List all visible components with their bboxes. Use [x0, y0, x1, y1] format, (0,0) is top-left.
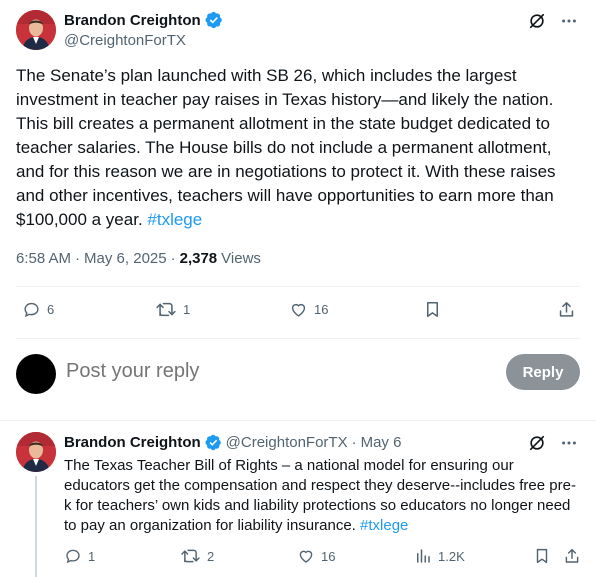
reply-bookmark-action[interactable] — [533, 547, 551, 565]
reply-reply-count: 1 — [88, 548, 96, 564]
verified-badge-icon[interactable] — [205, 434, 222, 451]
meta-separator: · — [351, 434, 357, 451]
reply-action[interactable]: 6 — [22, 300, 54, 319]
reply-author-handle[interactable]: @CreightonForTX — [226, 434, 348, 451]
bookmark-action[interactable] — [423, 300, 442, 319]
reply-date[interactable]: May 6 — [361, 434, 402, 451]
share-icon — [557, 300, 576, 319]
repost-action[interactable]: 1 — [155, 300, 190, 319]
post-action-bar: 6 1 16 — [0, 300, 596, 324]
reply-reply-action[interactable]: 1 — [64, 547, 95, 565]
post-top-icons — [528, 12, 578, 30]
meta-separator: · — [170, 250, 176, 267]
meta-separator: · — [75, 250, 81, 267]
reply-share-action[interactable] — [563, 547, 581, 565]
reply-author-line: Brandon Creighton @CreightonForTX · May … — [64, 434, 401, 451]
post-time[interactable]: 6:58 AM — [16, 250, 71, 267]
grok-icon[interactable] — [528, 434, 546, 452]
like-count: 16 — [314, 302, 329, 317]
repost-icon — [180, 547, 201, 565]
bookmark-icon — [533, 547, 551, 565]
reply-action-bar: 1 2 16 1.2K — [0, 547, 596, 567]
reply-author-avatar[interactable] — [16, 432, 56, 472]
share-icon — [563, 547, 581, 565]
bookmark-icon — [423, 300, 442, 319]
like-action[interactable]: 16 — [289, 300, 328, 319]
reply-icon — [22, 300, 41, 319]
reply-text: The Texas Teacher Bill of Rights – a nat… — [64, 456, 582, 536]
reply-repost-count: 2 — [207, 548, 215, 564]
reply-views-count: 1.2K — [438, 548, 465, 564]
post-meta: 6:58 AM · May 6, 2025 · 2,378 Views — [16, 250, 261, 267]
reply-composer: Reply — [0, 352, 596, 396]
verified-badge-icon[interactable] — [205, 11, 223, 29]
reply-top-icons — [528, 434, 578, 452]
divider — [0, 420, 596, 421]
author-avatar[interactable] — [16, 10, 56, 50]
post-date[interactable]: May 6, 2025 — [84, 250, 167, 267]
reply-body: The Texas Teacher Bill of Rights – a nat… — [64, 457, 576, 534]
reply-views-action[interactable]: 1.2K — [414, 547, 465, 565]
reply-count: 6 — [47, 302, 55, 317]
reply-icon — [64, 547, 82, 565]
more-icon[interactable] — [560, 434, 578, 452]
views-icon — [414, 547, 432, 565]
reply-repost-action[interactable]: 2 — [180, 547, 214, 565]
reply-like-count: 16 — [321, 548, 336, 564]
more-icon[interactable] — [560, 12, 578, 30]
reply-author-name[interactable]: Brandon Creighton — [64, 434, 201, 451]
reply-hashtag-link[interactable]: #txlege — [360, 517, 408, 534]
post-body: The Senate’s plan launched with SB 26, w… — [16, 66, 556, 229]
reply-input[interactable] — [66, 360, 426, 383]
divider — [16, 338, 580, 339]
like-icon — [297, 547, 315, 565]
post-text: The Senate’s plan launched with SB 26, w… — [16, 64, 582, 232]
divider — [16, 286, 580, 287]
current-user-avatar[interactable] — [16, 354, 56, 394]
author-handle[interactable]: @CreightonForTX — [64, 32, 186, 49]
share-action[interactable] — [557, 300, 576, 319]
repost-count: 1 — [183, 302, 191, 317]
like-icon — [289, 300, 308, 319]
repost-icon — [155, 300, 177, 319]
grok-icon[interactable] — [528, 12, 546, 30]
reply-button[interactable]: Reply — [506, 354, 580, 390]
reply-like-action[interactable]: 16 — [297, 547, 335, 565]
post-views-count: 2,378 — [179, 250, 218, 267]
reply-post: Brandon Creighton @CreightonForTX · May … — [0, 422, 596, 577]
author-name[interactable]: Brandon Creighton — [64, 12, 201, 29]
post-hashtag-link[interactable]: #txlege — [147, 210, 202, 229]
author-name-line: Brandon Creighton — [64, 11, 223, 29]
post-views-label: Views — [221, 250, 261, 267]
